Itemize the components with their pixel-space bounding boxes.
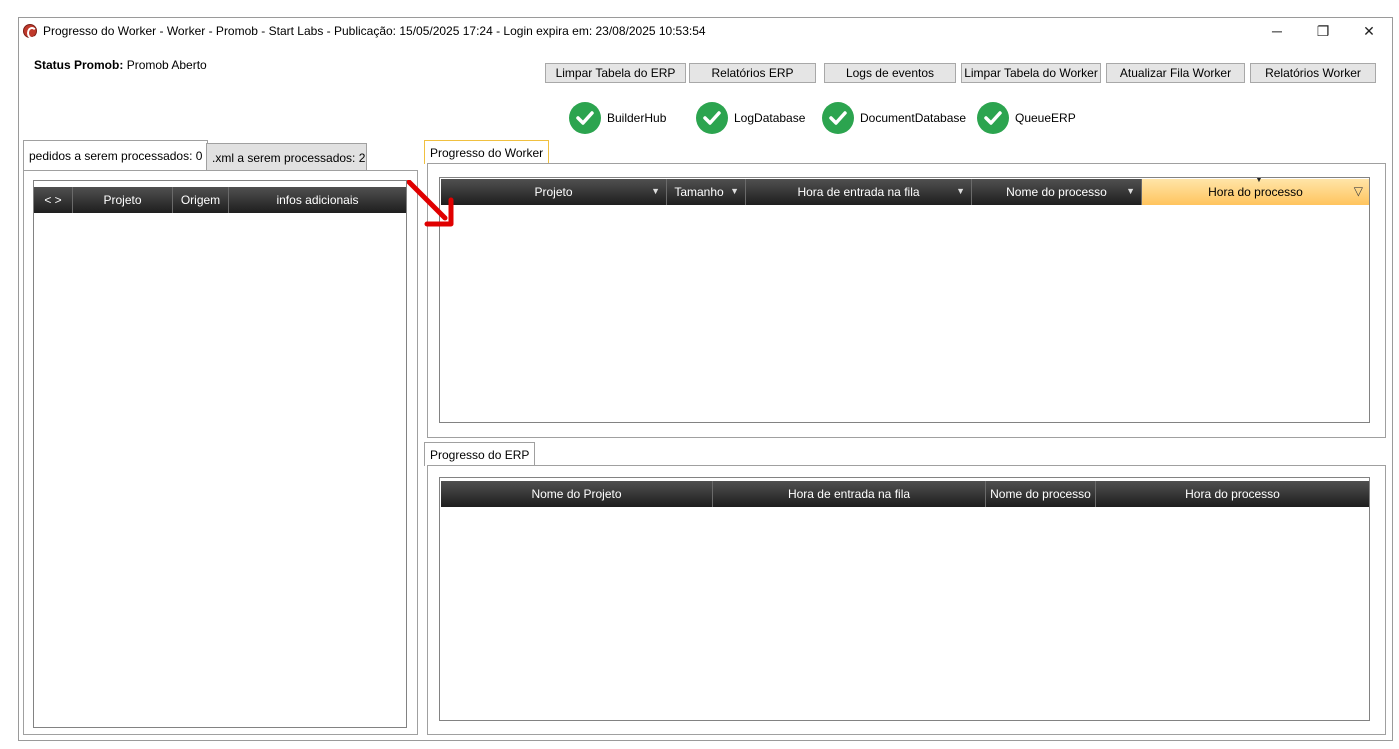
relatorios-erp-button[interactable]: Relatórios ERP [689,63,816,83]
title-bar: Progresso do Worker - Worker - Promob - … [19,18,1392,44]
column-header-projeto[interactable]: Projeto [73,187,173,213]
column-header-hora-entrada[interactable]: Hora de entrada na fila ▼ [746,179,972,205]
column-header-tamanho[interactable]: Tamanho ▼ [667,179,746,205]
service-logdatabase: LogDatabase [696,102,805,134]
check-circle-icon [696,102,728,134]
filter-icon[interactable]: ▼ [730,186,739,196]
column-header-hora-processo[interactable]: Hora do processo [1096,481,1369,507]
pedidos-grid-header: < > Projeto Origem infos adicionais [34,187,406,213]
atualizar-fila-button[interactable]: Atualizar Fila Worker [1106,63,1245,83]
window-title: Progresso do Worker - Worker - Promob - … [43,24,706,38]
column-header-hora-entrada[interactable]: Hora de entrada na fila [713,481,986,507]
column-header-infos[interactable]: infos adicionais [229,187,406,213]
service-label: DocumentDatabase [860,111,967,125]
restore-button[interactable]: ❐ [1300,18,1346,44]
limpar-worker-button[interactable]: Limpar Tabela do Worker [961,63,1101,83]
column-label: Projeto [534,185,573,199]
logs-eventos-button[interactable]: Logs de eventos [824,63,956,83]
status-label: Status Promob: [34,58,124,72]
tab-pedidos[interactable]: pedidos a serem processados: 0 [23,140,209,171]
tab-progresso-worker[interactable]: Progresso do Worker [424,140,550,164]
filter-icon[interactable]: ▽ [1354,184,1363,198]
column-header-nome-processo[interactable]: Nome do processo ▼ [972,179,1142,205]
erp-panel: Nome do Projeto Hora de entrada na fila … [427,465,1386,735]
sort-indicator-icon: ▼ [1255,177,1263,184]
column-label: Hora do processo [1208,185,1303,199]
service-label: BuilderHub [607,111,667,125]
erp-grid: Nome do Projeto Hora de entrada na fila … [439,477,1370,721]
erp-grid-header: Nome do Projeto Hora de entrada na fila … [441,481,1369,507]
status-value: Promob Aberto [126,58,207,72]
service-builderhub: BuilderHub [569,102,666,134]
red-arrow-annotation [407,180,454,227]
main-window: Progresso do Worker - Worker - Promob - … [18,17,1393,741]
column-header-nome-projeto[interactable]: Nome do Projeto [441,481,713,507]
check-circle-icon [977,102,1009,134]
close-button[interactable]: ✕ [1346,18,1392,44]
column-label: Tamanho [674,185,724,199]
status-promob: Status Promob: Promob Aberto [34,58,207,72]
tab-xml[interactable]: .xml a serem processados: 2 [206,143,367,171]
filter-icon[interactable]: ▼ [1126,186,1135,196]
column-header-origem[interactable]: Origem [173,187,229,213]
minimize-button[interactable]: ─ [1254,18,1300,44]
app-logo-icon [23,24,37,39]
service-label: LogDatabase [734,111,806,125]
worker-grid-header: Projeto ▼ Tamanho ▼ Hora de entrada na f… [441,177,1369,205]
service-label: QueueERP [1015,111,1076,125]
pedidos-grid: < > Projeto Origem infos adicionais [33,180,407,728]
column-header-projeto[interactable]: Projeto ▼ [441,179,667,205]
limpar-erp-button[interactable]: Limpar Tabela do ERP [545,63,686,83]
filter-icon[interactable]: ▼ [651,186,660,196]
column-label: Hora de entrada na fila [797,185,920,199]
column-header-nav[interactable]: < > [34,187,73,213]
column-header-hora-processo[interactable]: ▼ Hora do processo ▽ [1142,177,1369,205]
filter-icon[interactable]: ▼ [956,186,965,196]
check-circle-icon [569,102,601,134]
service-queueerp: QueueERP [977,102,1076,134]
worker-grid: Projeto ▼ Tamanho ▼ Hora de entrada na f… [439,177,1370,423]
left-panel: < > Projeto Origem infos adicionais [23,170,418,735]
check-circle-icon [822,102,854,134]
column-header-nome-processo[interactable]: Nome do processo [986,481,1096,507]
relatorios-worker-button[interactable]: Relatórios Worker [1250,63,1376,83]
worker-panel: Projeto ▼ Tamanho ▼ Hora de entrada na f… [427,163,1386,438]
service-documentdatabase: DocumentDatabase [822,102,966,134]
column-label: Nome do processo [1006,185,1107,199]
tab-progresso-erp[interactable]: Progresso do ERP [424,442,536,466]
